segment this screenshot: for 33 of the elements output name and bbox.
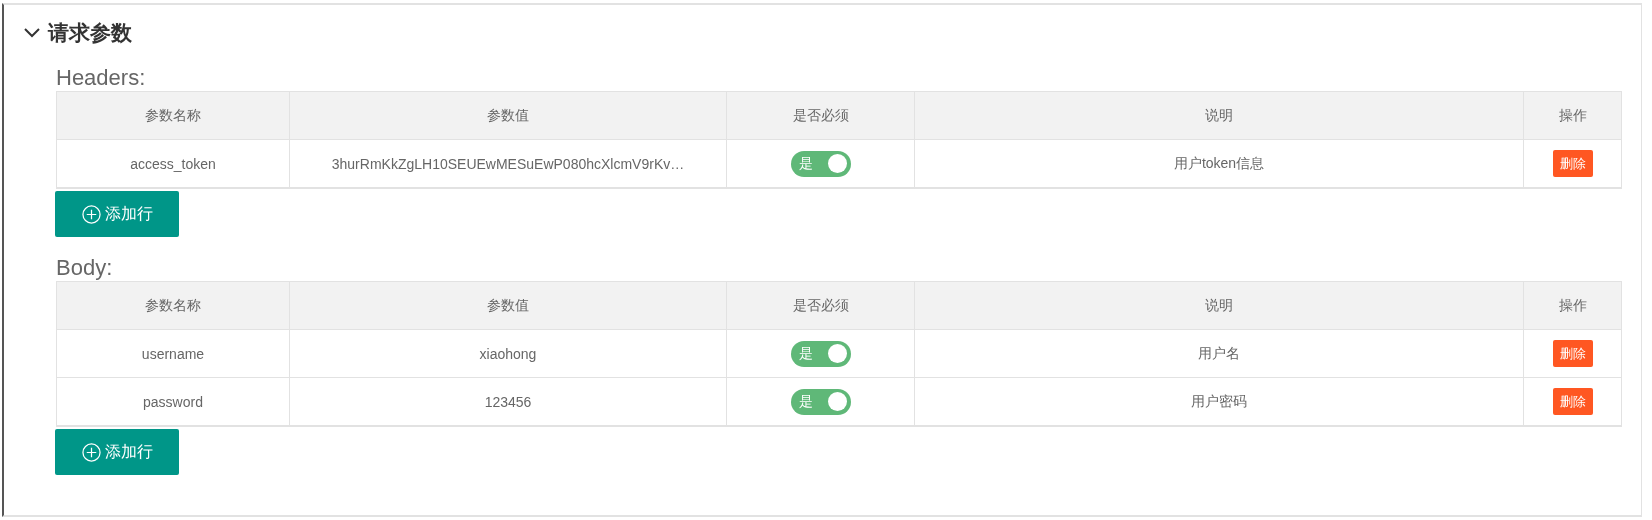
delete-button[interactable]: 删除 xyxy=(1552,388,1593,415)
table-cell: 用户名 xyxy=(915,330,1524,378)
column-header: 参数值 xyxy=(290,282,727,330)
column-header: 参数名称 xyxy=(57,282,290,330)
table-cell: access_token xyxy=(57,140,290,188)
delete-button[interactable]: 删除 xyxy=(1552,150,1593,177)
column-header: 是否必须 xyxy=(727,92,915,140)
table-cell: 用户token信息 xyxy=(915,140,1524,188)
column-header: 参数值 xyxy=(290,92,727,140)
column-header: 说明 xyxy=(915,92,1524,140)
table-cell: 3hurRmKkZgLH10SEUEwMESuEwP080hcXlcmV9rKv… xyxy=(290,140,727,188)
delete-button[interactable]: 删除 xyxy=(1552,340,1593,367)
table-label: Headers: xyxy=(56,65,147,91)
required-toggle[interactable]: 是 xyxy=(790,150,851,177)
column-header: 说明 xyxy=(915,282,1524,330)
table-cell: username xyxy=(57,330,290,378)
table-cell: 123456 xyxy=(290,378,727,426)
column-header: 参数名称 xyxy=(57,92,290,140)
chevron-down-icon[interactable] xyxy=(24,28,40,38)
column-header: 操作 xyxy=(1524,92,1621,140)
table-cell: 用户密码 xyxy=(915,378,1524,426)
column-header: 是否必须 xyxy=(727,282,915,330)
plus-circle-icon xyxy=(81,442,101,462)
table-cell: password xyxy=(57,378,290,426)
section-title: 请求参数 xyxy=(48,20,132,46)
column-header: 操作 xyxy=(1524,282,1621,330)
add-row-button[interactable]: 添加行 xyxy=(55,429,179,475)
plus-circle-icon xyxy=(81,204,101,224)
required-toggle[interactable]: 是 xyxy=(790,340,851,367)
table-label: Body: xyxy=(56,255,114,281)
add-row-button[interactable]: 添加行 xyxy=(55,191,179,237)
table-cell: xiaohong xyxy=(290,330,727,378)
required-toggle[interactable]: 是 xyxy=(790,388,851,415)
